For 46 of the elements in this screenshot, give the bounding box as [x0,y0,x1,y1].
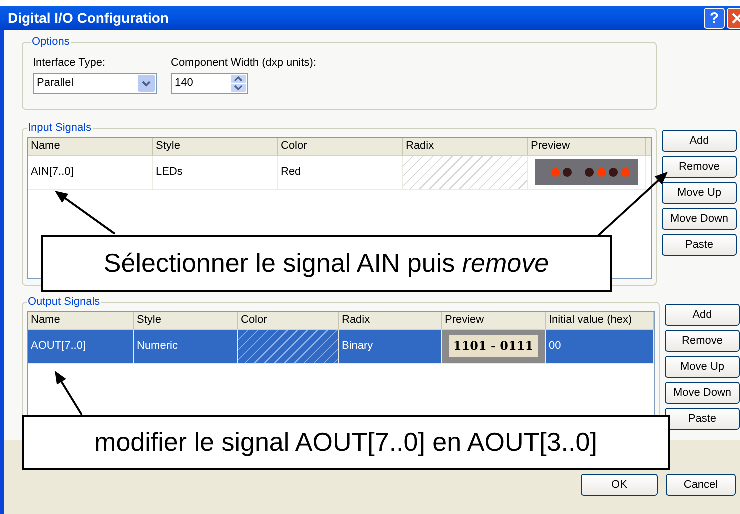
column-header[interactable]: Name [28,312,134,328]
dialog-button[interactable]: Cancel [666,474,736,496]
field-label: Interface Type: [33,56,107,70]
chevron-down-icon [138,75,155,92]
dialog-button[interactable]: Paste [662,234,737,256]
callout-text: Sélectionner le signal AIN puis remove [104,247,550,280]
column-header[interactable]: Initial value (hex) [546,312,654,328]
group-title: Options [31,35,71,50]
table-cell: AOUT[7..0] [28,330,134,362]
table-cell: AIN[7..0] [28,156,153,188]
help-button[interactable]: ? [704,8,725,28]
callout-text: modifier le signal AOUT[7..0] en AOUT[3..0] [94,426,598,459]
table-cell: Red [278,156,403,188]
spinner-arrows-icon [231,75,246,92]
column-header[interactable]: Preview [528,138,646,154]
dialog-button[interactable]: Remove [665,330,740,352]
column-header[interactable]: Style [153,138,278,154]
dialog-button[interactable]: Paste [665,408,740,430]
column-header[interactable]: Style [134,312,238,328]
dialog-button[interactable]: Add [665,304,740,326]
column-header[interactable]: Preview [442,312,546,328]
window-title: Digital I/O Configuration [8,8,170,28]
table-cell: LEDs [153,156,278,188]
group-title: Output Signals [27,295,102,310]
dialog-button[interactable]: Remove [662,156,737,178]
table-cell: Numeric [134,330,238,362]
component-width-spinner[interactable]: 140 [171,73,248,94]
dialog-button[interactable]: Add [662,130,737,152]
column-header[interactable]: Radix [339,312,442,328]
column-header[interactable]: Radix [403,138,528,154]
table-cell: 00 [546,330,654,362]
table-row[interactable]: AOUT[7..0] Numeric Binary 1101 - 0111 00 [28,330,654,364]
column-header[interactable]: Name [28,138,153,154]
dialog-button[interactable]: Move Down [665,382,740,404]
field-label: Component Width (dxp units): [171,56,317,70]
dialog-button[interactable]: Move Up [662,182,737,204]
numeric-preview: 1101 - 0111 [449,335,538,357]
column-header[interactable]: Color [238,312,339,328]
table-row[interactable]: AIN[7..0] LEDs Red [28,156,651,190]
group-title: Input Signals [27,121,93,136]
interface-type-dropdown[interactable]: Parallel [33,73,157,94]
dialog-button[interactable]: Move Up [665,356,740,378]
dialog-button[interactable]: OK [581,474,658,496]
close-icon [732,12,740,24]
column-header[interactable]: Color [278,138,403,154]
dialog-button[interactable]: Move Down [662,208,737,230]
